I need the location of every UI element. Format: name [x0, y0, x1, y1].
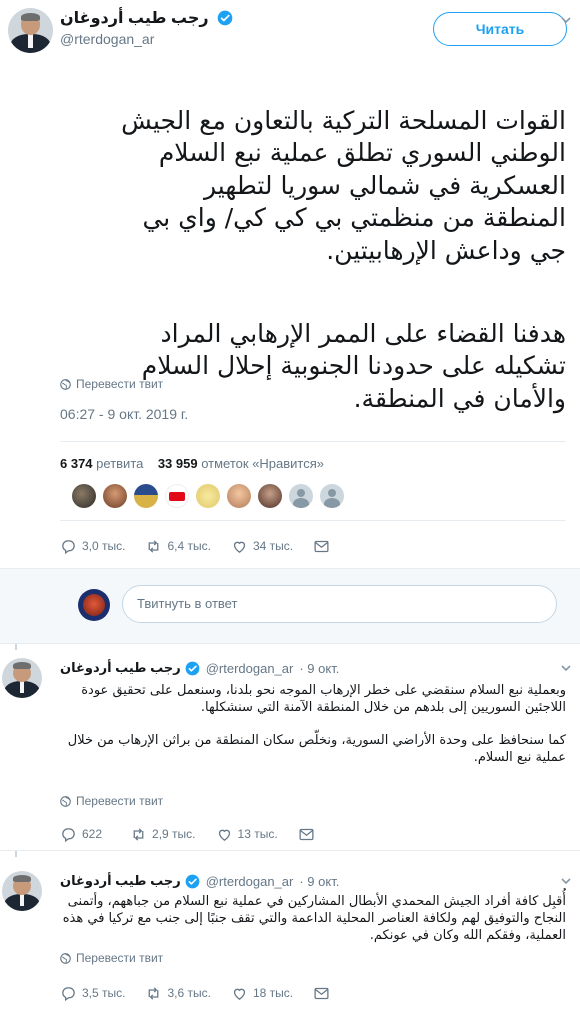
- translate-label: Перевести твит: [76, 377, 164, 391]
- verified-badge-icon: [185, 874, 200, 888]
- thread-tweet-text-1: وبعملية نبع السلام سنقضي على خطر الإرهاب…: [81, 683, 566, 715]
- verified-badge-icon: [185, 661, 200, 675]
- retweet-action[interactable]: 3,6 тыс.: [145, 985, 211, 1002]
- retweet-icon: [149, 539, 159, 553]
- main-tweet: رجب طيب أردوغان @rterdogan_ar Читать الق…: [0, 0, 580, 569]
- retweet-action[interactable]: 6,4 тыс.: [145, 538, 211, 555]
- author-block: رجب طيب أردوغان @rterdogan_ar: [60, 8, 360, 47]
- retweet-action[interactable]: 2,9 тыс.: [130, 826, 196, 843]
- thread-line: [15, 644, 17, 650]
- thread-tweet-header: رجب طيب أردوغان @rterdogan_ar · 9 окт.: [60, 873, 570, 889]
- like-icon: [218, 829, 230, 841]
- likes-label[interactable]: отметок «Нравится»: [201, 456, 324, 471]
- retweet-icon: [133, 827, 144, 841]
- author-name[interactable]: رجب طيب أردوغان: [60, 873, 181, 889]
- translate-link[interactable]: Перевести твит: [60, 951, 163, 965]
- retweets-count[interactable]: 6 374: [60, 456, 93, 471]
- thread-tweet-header: رجب طيب أردوغان @rterdogan_ar · 9 окт.: [60, 660, 570, 676]
- likes-count[interactable]: 33 959: [158, 456, 198, 471]
- dm-icon: [314, 987, 329, 999]
- follow-button[interactable]: Читать: [433, 12, 567, 46]
- tweet-text: القوات المسلحة التركية بالتعاون مع الجيش…: [14, 72, 566, 448]
- reply-action[interactable]: 3,5 тыс.: [60, 985, 125, 1002]
- globe-icon: [60, 378, 71, 390]
- reply-action[interactable]: 3,0 тыс.: [60, 538, 125, 555]
- thread-tweet-text-2: كما سنحافظ على وحدة الأراضي السورية، ونخ…: [67, 733, 566, 765]
- chevron-down-icon[interactable]: [560, 662, 572, 674]
- tweet-paragraph-1: القوات المسلحة التركية بالتعاون مع الجيش…: [121, 105, 566, 265]
- tweet-date[interactable]: · 9 окт.: [299, 661, 339, 676]
- stats-divider-top: [60, 441, 566, 442]
- author-avatar[interactable]: [2, 871, 42, 911]
- translate-link[interactable]: Перевести твит: [60, 794, 163, 808]
- like-icon: [233, 988, 246, 1000]
- chevron-down-icon[interactable]: [560, 875, 572, 887]
- thread-tweet-text-1: أُقبِل كافة أفراد الجيش المحمدي الأبطال …: [62, 894, 566, 943]
- reply-icon: [62, 986, 75, 1001]
- thread-tweet[interactable]: رجب طيب أردوغان @rterdogan_ar · 9 окт. و…: [0, 644, 580, 851]
- current-user-avatar[interactable]: [78, 589, 110, 621]
- author-avatar[interactable]: [2, 658, 42, 698]
- author-name[interactable]: رجب طيب أردوغان: [60, 660, 181, 676]
- retweet-count: 2,9 тыс.: [152, 827, 196, 841]
- tweet-actions: 3,0 тыс. 6,4 тыс. 34 тыс.: [60, 536, 350, 556]
- like-icon: [233, 541, 246, 553]
- chevron-down-icon[interactable]: [560, 14, 572, 26]
- like-action[interactable]: 34 тыс.: [231, 538, 293, 555]
- liker-avatar[interactable]: [165, 484, 189, 508]
- liker-avatar[interactable]: [258, 484, 282, 508]
- retweet-icon: [149, 986, 159, 1000]
- dm-action[interactable]: [313, 985, 330, 1002]
- tweet-stats: 6 374 ретвита 33 959 отметок «Нравится»: [60, 456, 324, 471]
- like-action[interactable]: 13 тыс.: [216, 826, 278, 843]
- liker-avatar[interactable]: [227, 484, 251, 508]
- author-handle[interactable]: @rterdogan_ar: [206, 874, 294, 889]
- liker-avatar[interactable]: [196, 484, 220, 508]
- author-name[interactable]: رجب طيب أردوغان: [60, 8, 209, 28]
- reply-input[interactable]: Твитнуть в ответ: [122, 585, 557, 623]
- tweet-actions: 622 2,9 тыс. 13 тыс.: [60, 824, 335, 844]
- author-handle[interactable]: @rterdogan_ar: [206, 661, 294, 676]
- liker-avatar[interactable]: [72, 484, 96, 508]
- stats-divider-bottom: [60, 520, 566, 521]
- translate-label: Перевести твит: [76, 794, 164, 808]
- reply-count: 3,0 тыс.: [82, 539, 126, 553]
- dm-action[interactable]: [298, 826, 315, 843]
- retweet-count: 3,6 тыс.: [167, 986, 211, 1000]
- reply-count: 3,5 тыс.: [82, 986, 126, 1000]
- liker-avatar[interactable]: [134, 484, 158, 508]
- like-count: 18 тыс.: [252, 986, 294, 1000]
- dm-icon: [299, 828, 314, 840]
- reply-action[interactable]: 622: [60, 826, 102, 843]
- reply-icon: [62, 539, 75, 554]
- author-handle[interactable]: @rterdogan_ar: [60, 31, 360, 47]
- globe-icon: [60, 795, 71, 807]
- globe-icon: [60, 952, 71, 964]
- like-count: 13 тыс.: [237, 827, 278, 841]
- author-avatar[interactable]: [8, 8, 53, 53]
- liker-avatar[interactable]: [320, 484, 344, 508]
- like-action[interactable]: 18 тыс.: [231, 985, 293, 1002]
- reply-composer: Твитнуть в ответ: [0, 569, 580, 644]
- tweet-actions: 3,5 тыс. 3,6 тыс. 18 тыс.: [60, 983, 350, 1003]
- reply-count: 622: [82, 827, 103, 841]
- tweet-date[interactable]: · 9 окт.: [299, 874, 339, 889]
- like-count: 34 тыс.: [252, 539, 294, 553]
- thread-tweet[interactable]: رجب طيب أردوغان @rterdogan_ar · 9 окт. أ…: [0, 851, 580, 1025]
- verified-badge-icon: [217, 10, 233, 26]
- tweet-timestamp[interactable]: 06:27 - 9 окт. 2019 г.: [60, 406, 188, 422]
- dm-action[interactable]: [313, 538, 330, 555]
- liker-avatar[interactable]: [103, 484, 127, 508]
- tweet-paragraph-2: هدفنا القضاء على الممر الإرهابي المراد ت…: [141, 318, 566, 413]
- translate-link[interactable]: Перевести твит: [60, 377, 163, 391]
- dm-icon: [314, 540, 329, 552]
- retweets-label[interactable]: ретвита: [96, 456, 143, 471]
- thread-line: [15, 851, 17, 857]
- translate-label: Перевести твит: [76, 951, 164, 965]
- reply-icon: [62, 827, 75, 842]
- liker-avatar[interactable]: [289, 484, 313, 508]
- retweet-count: 6,4 тыс.: [167, 539, 211, 553]
